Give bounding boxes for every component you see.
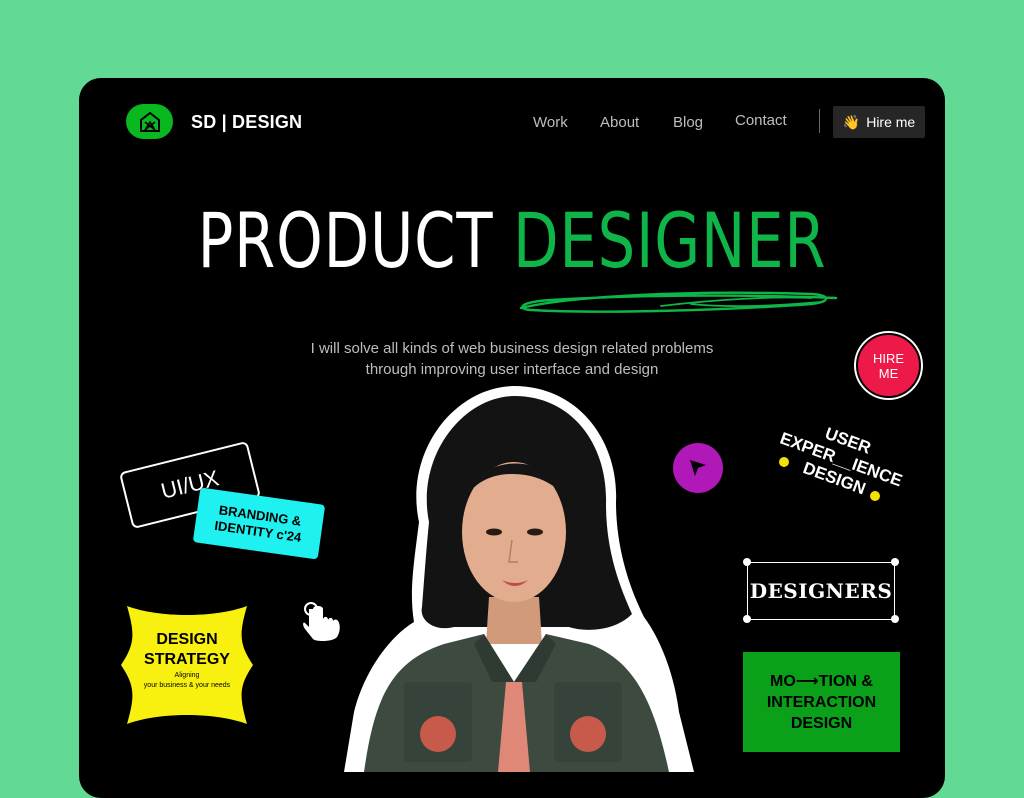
frame-handle: [891, 558, 899, 566]
waving-hand-icon: 👋: [842, 113, 861, 130]
strategy-sub-1: Aligning: [174, 672, 200, 679]
motion-line-1: MO⟶TION &: [770, 672, 873, 690]
page-card: SD | DESIGN Work About Blog Contact 👋 Hi…: [79, 78, 945, 798]
hire-me-badge[interactable]: HIRE ME: [856, 333, 921, 398]
hero-title-green: DESIGNER: [512, 196, 827, 285]
hire-circle-line-2: ME: [878, 365, 899, 381]
nav-contact[interactable]: Contact: [735, 112, 787, 129]
frame-handle: [743, 615, 751, 623]
hire-me-button[interactable]: 👋 Hire me: [833, 106, 925, 138]
strategy-sub-2: your business & your needs: [143, 682, 231, 689]
subtitle-line-1: I will solve all kinds of web business d…: [310, 340, 714, 357]
logo-badge[interactable]: [126, 104, 173, 139]
strategy-title-2: STRATEGY: [144, 651, 230, 668]
user-experience-text: USER EXPER__IENCE DESIGN: [769, 409, 914, 511]
subtitle-line-2: through improving user interface and des…: [365, 361, 659, 378]
nav-divider: [819, 109, 820, 133]
yellow-dot: [779, 457, 789, 467]
yellow-dot: [870, 491, 880, 501]
hero-subtitle: I will solve all kinds of web business d…: [79, 338, 945, 380]
motion-line-3: DESIGN: [790, 714, 853, 732]
branding-tag: BRANDING & IDENTITY c'24: [192, 487, 326, 560]
motion-line-2: INTERACTION: [766, 693, 877, 711]
brand-name: SD | DESIGN: [191, 112, 303, 132]
logo-house-icon: [139, 111, 160, 132]
pointer-arrow-badge: [673, 443, 723, 493]
scribble-underline: [519, 291, 838, 313]
frame-handle: [743, 558, 751, 566]
hero-title: PRODUCT DESIGNER: [174, 196, 849, 285]
portrait-image: [344, 386, 694, 772]
pointer-arrow-icon: [690, 460, 706, 476]
hire-me-label: Hire me: [866, 114, 916, 130]
strategy-title-1: DESIGN: [156, 631, 218, 648]
frame-handle: [891, 615, 899, 623]
nav-work[interactable]: Work: [533, 114, 568, 131]
hire-circle-line-1: HIRE: [872, 350, 905, 366]
hand-cursor-icon: [303, 602, 340, 642]
motion-interaction-badge: MO⟶TION & INTERACTION DESIGN: [743, 652, 900, 752]
nav-blog[interactable]: Blog: [673, 114, 703, 131]
design-strategy-text: DESIGN STRATEGY Aligning your business &…: [119, 630, 255, 690]
designers-frame: DESIGNERS: [747, 562, 895, 620]
hero-title-white: PRODUCT: [197, 196, 494, 285]
nav-about[interactable]: About: [600, 114, 639, 131]
